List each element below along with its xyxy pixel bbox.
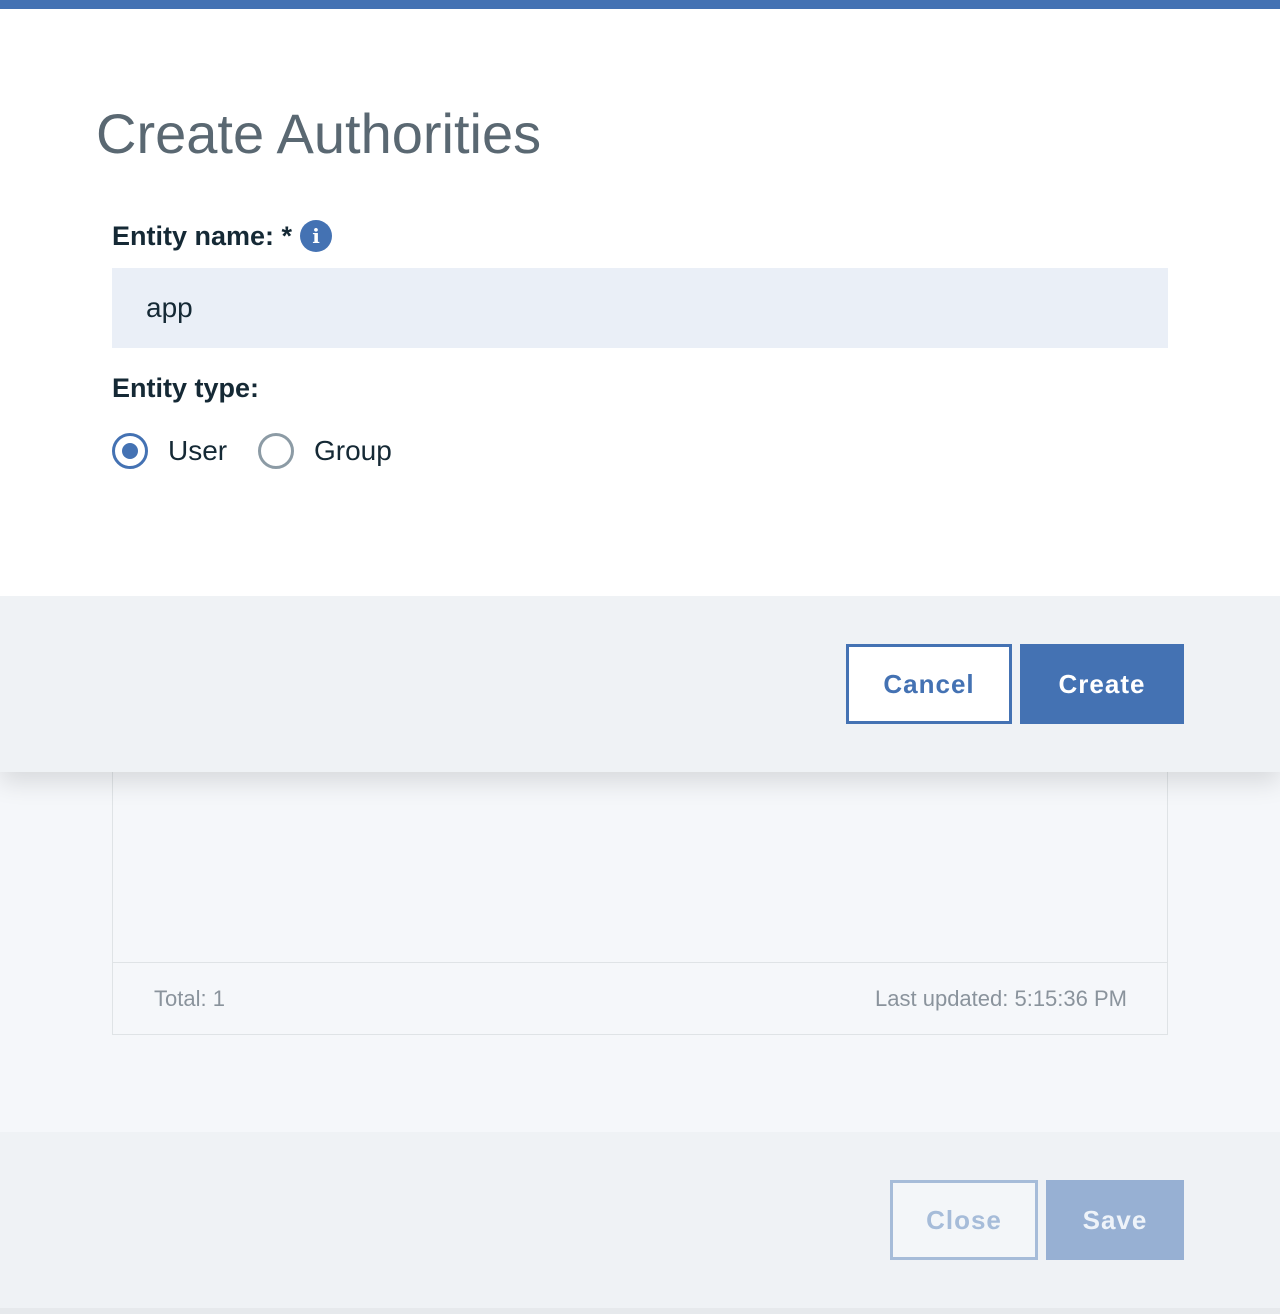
modal-footer: Cancel Create [0, 596, 1280, 772]
radio-option-user[interactable]: User [112, 430, 227, 472]
table-total-count: Total: 1 [154, 985, 225, 1011]
create-authorities-modal: Create Authorities Entity name: * i Enti… [0, 0, 1280, 772]
info-icon[interactable]: i [300, 220, 333, 252]
entity-name-input[interactable] [112, 268, 1168, 348]
create-button[interactable]: Create [1020, 644, 1184, 724]
entity-name-label: Entity name: * [112, 220, 293, 251]
entity-name-label-row: Entity name: * i [112, 216, 333, 256]
modal-accent-stripe [0, 0, 1280, 9]
radio-option-group[interactable]: Group [258, 430, 392, 472]
save-button[interactable]: Save [1046, 1180, 1184, 1260]
entity-type-label: Entity type: [112, 372, 260, 403]
authorities-table: Total: 1 Last updated: 5:15:36 PM [112, 760, 1168, 1035]
radio-dot-icon [122, 443, 138, 459]
table-footer: Total: 1 Last updated: 5:15:36 PM [113, 962, 1167, 1034]
background-footer: Close Save [0, 1132, 1280, 1308]
bottom-strip [0, 1308, 1280, 1314]
radio-checked-icon[interactable] [112, 433, 148, 469]
radio-unchecked-icon[interactable] [258, 433, 294, 469]
radio-label-group: Group [314, 435, 392, 466]
modal-title: Create Authorities [96, 102, 542, 165]
table-last-updated: Last updated: 5:15:36 PM [875, 985, 1127, 1011]
cancel-button[interactable]: Cancel [846, 644, 1012, 724]
close-button[interactable]: Close [890, 1180, 1038, 1260]
radio-label-user: User [168, 435, 228, 466]
